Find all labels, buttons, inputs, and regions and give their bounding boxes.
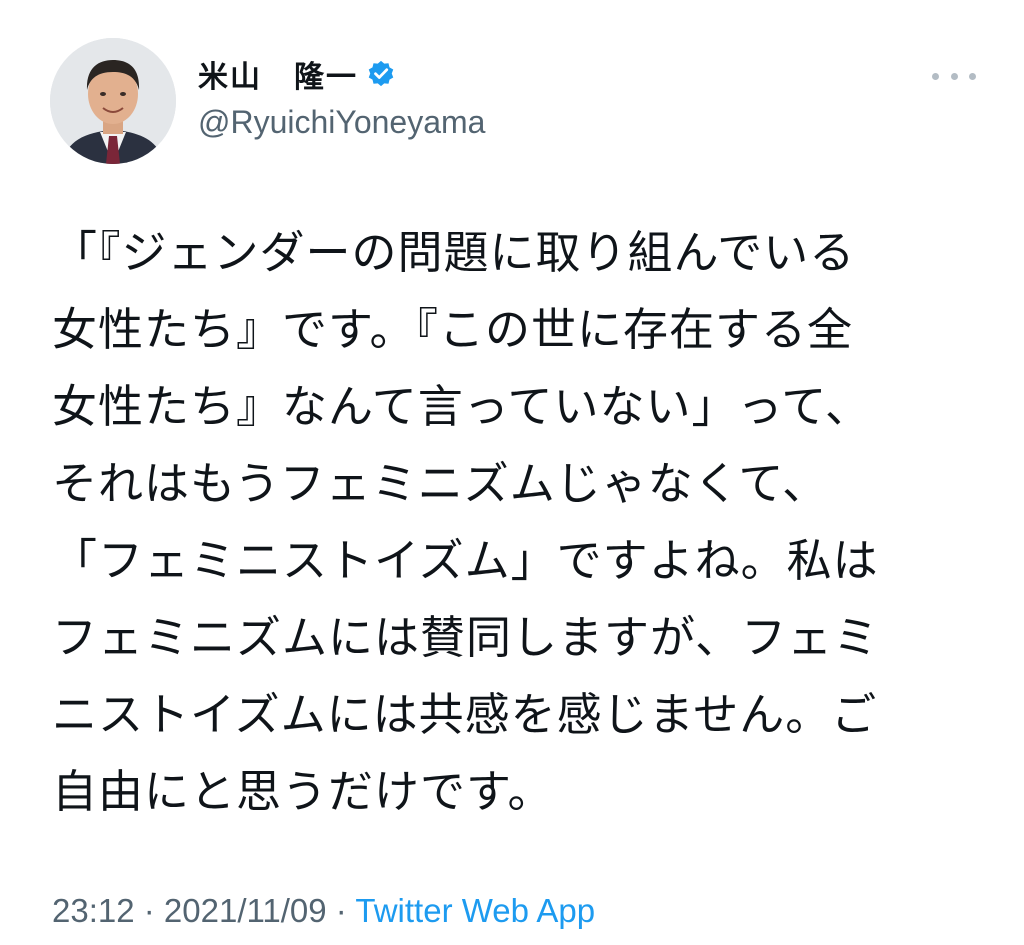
ellipsis-icon [969,72,976,80]
tweet-text-line: フェミニズムには賛同しますが、フェミ [52,611,880,664]
tweet-card: 米山 隆一 @RyuichiYoneyama 「『ジェンダーの問題に取り組んでい… [0,0,1024,945]
avatar[interactable] [50,38,176,164]
tweet-text-line: 「『ジェンダーの問題に取り組んでいる [52,226,856,279]
author-name-row[interactable]: 米山 隆一 [198,52,396,96]
tweet-text-line: 「フェミニストイズム」ですよね。私は [52,534,879,587]
tweet-text-line: ニストイズムには共感を感じません。ご [52,688,878,741]
tweet-text-line: 女性たち』なんて言っていない」って、 [52,380,872,433]
tweet-source-link[interactable]: Twitter Web App [355,892,595,929]
ellipsis-icon [950,72,958,80]
meta-separator: · [134,892,164,929]
tweet-text-line: 女性たち』です。『この世に存在する全 [52,303,854,356]
more-options-button[interactable] [932,64,976,88]
tweet-text: 「『ジェンダーの問題に取り組んでいる 女性たち』です。『この世に存在する全 女性… [52,214,982,830]
tweet-time[interactable]: 23:12 [52,892,135,929]
meta-separator: · [326,892,356,929]
tweet-text-line: 自由にと思うだけです。 [52,765,554,818]
tweet-text-line: それはもうフェミニズムじゃなくて、 [52,457,829,510]
profile-photo-icon [50,38,176,164]
verified-badge-icon [368,60,394,87]
ellipsis-icon [932,72,939,80]
author-handle[interactable]: @RyuichiYoneyama [198,100,485,144]
tweet-metadata: 23:12 · 2021/11/09 · Twitter Web App [52,888,595,934]
tweet-date[interactable]: 2021/11/09 [164,892,327,929]
author-display-name[interactable]: 米山 隆一 [198,52,358,96]
